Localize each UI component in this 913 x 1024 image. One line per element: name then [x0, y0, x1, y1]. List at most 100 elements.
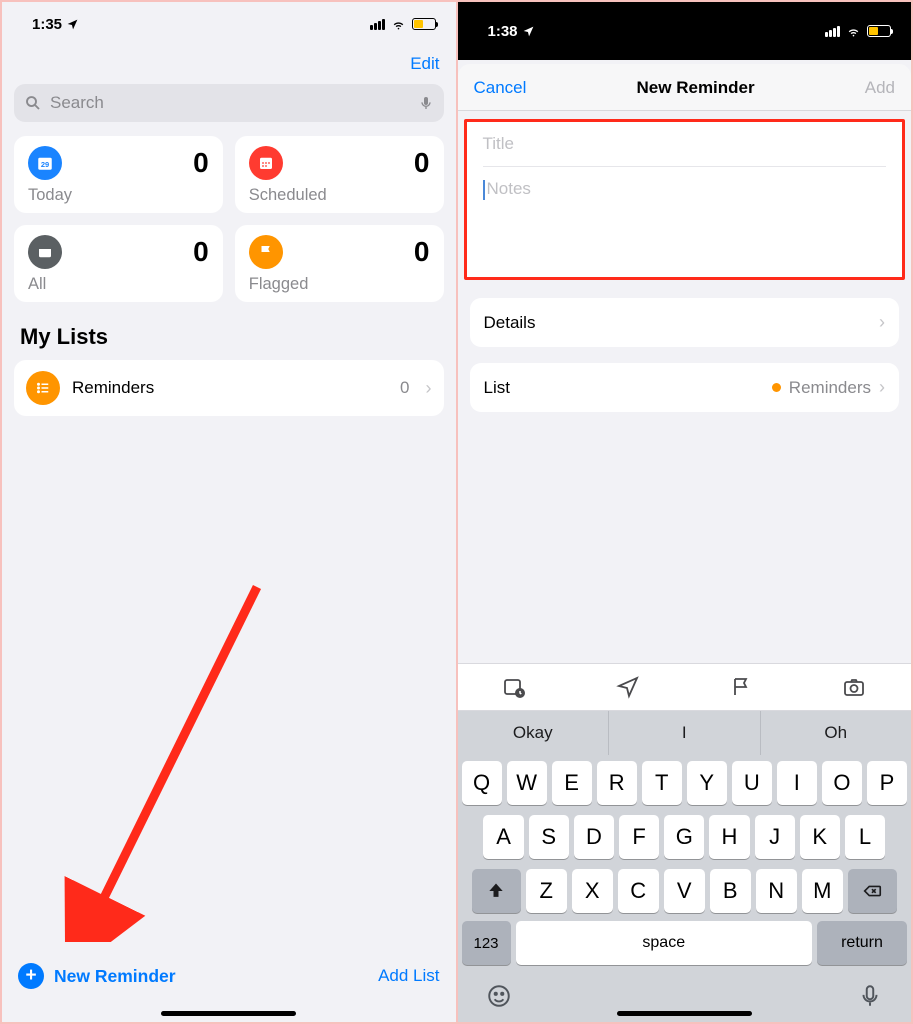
status-time: 1:35: [32, 16, 62, 33]
key[interactable]: X: [572, 869, 613, 913]
search-input[interactable]: Search: [14, 84, 444, 122]
key[interactable]: Q: [462, 761, 502, 805]
screen-new-reminder: 1:38 Cancel New Reminder Add Title Notes…: [456, 2, 912, 1022]
tray-icon: [28, 235, 62, 269]
mic-icon[interactable]: [418, 95, 434, 111]
key-row-1: Q W E R T Y U I O P: [462, 761, 908, 805]
cellular-icon: [370, 19, 385, 30]
space-key[interactable]: space: [516, 921, 813, 965]
tile-all[interactable]: 0 All: [14, 225, 223, 302]
key[interactable]: Z: [526, 869, 567, 913]
calendar-icon: [249, 146, 283, 180]
status-bar: 1:35: [2, 2, 456, 46]
tile-scheduled[interactable]: 0 Scheduled: [235, 136, 444, 213]
title-input[interactable]: Title: [467, 122, 903, 166]
key[interactable]: K: [800, 815, 840, 859]
new-reminder-button[interactable]: + New Reminder: [18, 963, 176, 989]
key[interactable]: N: [756, 869, 797, 913]
numbers-key[interactable]: 123: [462, 921, 511, 965]
key[interactable]: R: [597, 761, 637, 805]
suggestions-row: Okay I Oh: [458, 711, 912, 755]
key[interactable]: D: [574, 815, 614, 859]
tile-flagged[interactable]: 0 Flagged: [235, 225, 444, 302]
key[interactable]: F: [619, 815, 659, 859]
key[interactable]: H: [709, 815, 749, 859]
add-list-button[interactable]: Add List: [378, 966, 439, 986]
battery-icon: [867, 25, 891, 37]
screen-reminders-home: 1:35 Edit Search 29 0 Today: [2, 2, 456, 1022]
suggestion[interactable]: I: [609, 711, 761, 755]
emoji-icon[interactable]: [486, 983, 512, 1009]
modal-nav: Cancel New Reminder Add: [458, 64, 912, 111]
tile-scheduled-count: 0: [414, 147, 430, 179]
key-row-2: A S D F G H J K L: [462, 815, 908, 859]
plus-icon: +: [18, 963, 44, 989]
suggestion[interactable]: Okay: [458, 711, 610, 755]
wifi-icon: [845, 25, 862, 38]
cancel-button[interactable]: Cancel: [474, 78, 527, 98]
home-indicator: [617, 1011, 752, 1016]
key[interactable]: C: [618, 869, 659, 913]
annotation-arrow: [62, 572, 282, 942]
tile-today[interactable]: 29 0 Today: [14, 136, 223, 213]
highlighted-form-block: Title Notes: [464, 119, 906, 280]
list-row-count: 0: [400, 378, 409, 398]
list-color-dot: [772, 383, 781, 392]
search-placeholder: Search: [50, 93, 410, 113]
location-outline-icon[interactable]: [616, 675, 640, 699]
tile-flagged-count: 0: [414, 236, 430, 268]
keyboard-toolbar: [458, 663, 912, 711]
tile-all-count: 0: [193, 236, 209, 268]
list-row-reminders[interactable]: Reminders 0 ›: [14, 360, 444, 416]
key[interactable]: M: [802, 869, 843, 913]
camera-icon[interactable]: [842, 675, 866, 699]
my-lists-title: My Lists: [2, 306, 456, 360]
add-button[interactable]: Add: [865, 78, 895, 98]
edit-button[interactable]: Edit: [410, 54, 439, 73]
details-row[interactable]: Details ›: [470, 298, 900, 347]
key[interactable]: E: [552, 761, 592, 805]
wifi-icon: [390, 18, 407, 31]
dictation-icon[interactable]: [857, 983, 883, 1009]
key[interactable]: J: [755, 815, 795, 859]
status-bar: 1:38: [458, 2, 912, 60]
list-value: Reminders: [789, 378, 871, 398]
key[interactable]: U: [732, 761, 772, 805]
details-label: Details: [484, 313, 872, 333]
notes-input[interactable]: Notes: [467, 167, 903, 277]
key[interactable]: P: [867, 761, 907, 805]
tile-all-label: All: [28, 275, 209, 294]
calendar-clock-icon[interactable]: [502, 675, 526, 699]
key[interactable]: G: [664, 815, 704, 859]
calendar-today-icon: 29: [28, 146, 62, 180]
tile-today-label: Today: [28, 186, 209, 205]
tile-scheduled-label: Scheduled: [249, 186, 430, 205]
key[interactable]: I: [777, 761, 817, 805]
key[interactable]: W: [507, 761, 547, 805]
key[interactable]: V: [664, 869, 705, 913]
key[interactable]: L: [845, 815, 885, 859]
cellular-icon: [825, 26, 840, 37]
backspace-key[interactable]: [848, 869, 897, 913]
svg-text:29: 29: [41, 160, 49, 169]
suggestion[interactable]: Oh: [761, 711, 912, 755]
location-icon: [522, 25, 535, 38]
key[interactable]: B: [710, 869, 751, 913]
flag-icon: [249, 235, 283, 269]
list-select-row[interactable]: List Reminders ›: [470, 363, 900, 412]
key[interactable]: Y: [687, 761, 727, 805]
flag-outline-icon[interactable]: [729, 675, 753, 699]
new-reminder-label: New Reminder: [54, 966, 176, 987]
return-key[interactable]: return: [817, 921, 907, 965]
battery-icon: [412, 18, 436, 30]
key[interactable]: A: [483, 815, 523, 859]
chevron-right-icon: ›: [426, 378, 432, 399]
key[interactable]: T: [642, 761, 682, 805]
key[interactable]: S: [529, 815, 569, 859]
status-time: 1:38: [488, 23, 518, 40]
tile-flagged-label: Flagged: [249, 275, 430, 294]
key[interactable]: O: [822, 761, 862, 805]
chevron-right-icon: ›: [879, 312, 885, 333]
location-icon: [66, 18, 79, 31]
shift-key[interactable]: [472, 869, 521, 913]
